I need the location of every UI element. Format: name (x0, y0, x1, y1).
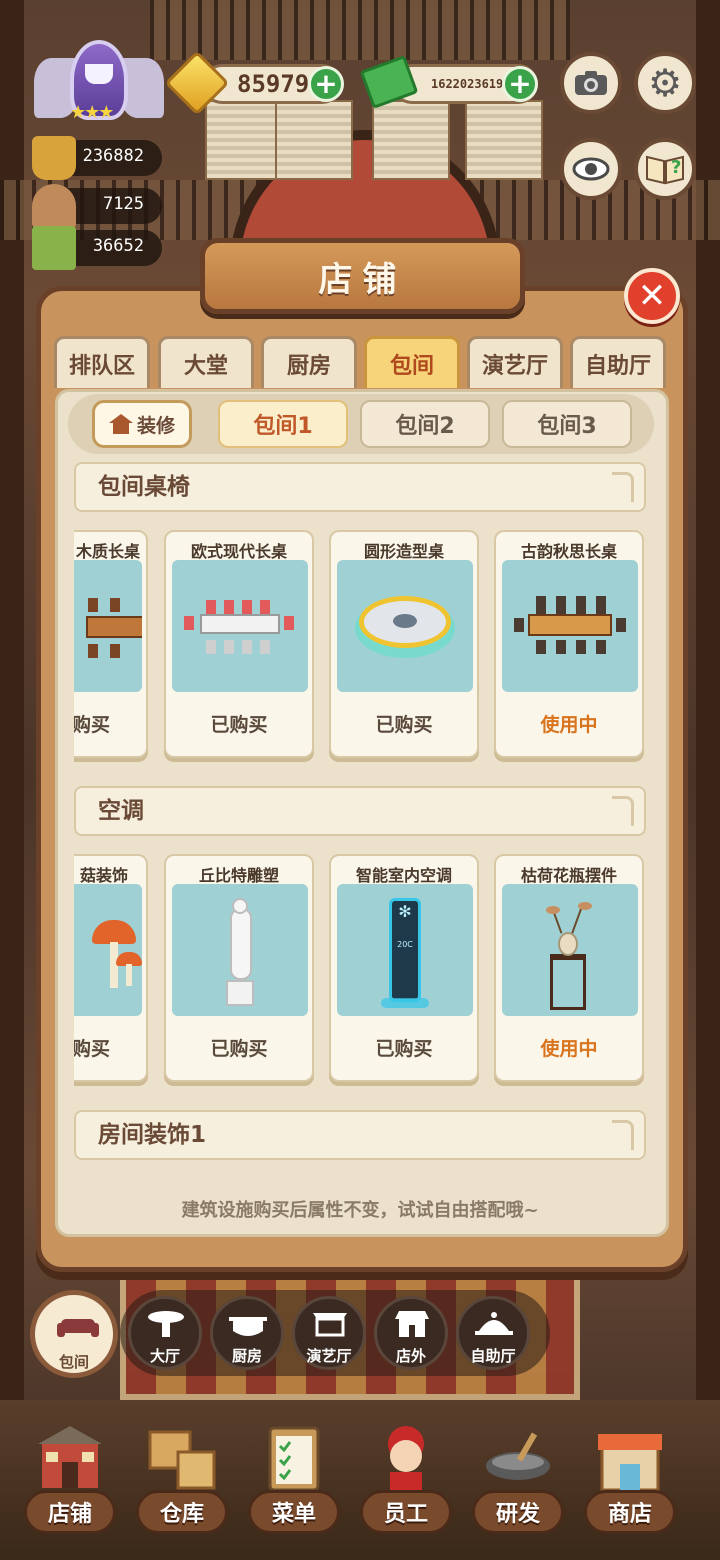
close-button[interactable]: ✕ (624, 268, 680, 324)
svg-text:?: ? (671, 157, 681, 178)
storefront-icon (395, 1311, 429, 1337)
camera-button[interactable] (560, 52, 622, 114)
item-card[interactable]: 丘比特雕塑 已购买 (164, 854, 314, 1082)
section-header-air-conditioner: 空调 (74, 786, 646, 836)
restaurant-icon (38, 1426, 102, 1488)
section-header-tables: 包间桌椅 (74, 462, 646, 512)
guide-button[interactable]: ? (634, 138, 696, 200)
item-card[interactable]: 欧式现代长桌 已购买 (164, 530, 314, 758)
nav-menu[interactable]: 菜单 (242, 1418, 346, 1548)
clipboard-icon (268, 1426, 320, 1492)
room-button-kitchen[interactable]: 厨房 (210, 1296, 284, 1370)
boxes-icon (148, 1430, 216, 1490)
item-art (172, 884, 308, 1016)
item-card[interactable]: 木质长桌 购买 (74, 530, 148, 758)
room-tab-2[interactable]: 包间2 (360, 400, 490, 448)
item-card[interactable]: 菇装饰 购买 (74, 854, 148, 1082)
ac-carousel[interactable]: 菇装饰 购买 丘比特雕塑 已购买 智能室内空调 ✻ 20C 已购买 枯荷花瓶摆件 (74, 846, 646, 1090)
footer-note: 建筑设施购买后属性不变，试试自由搭配哦~ (181, 1200, 539, 1221)
room-tab-1[interactable]: 包间1 (218, 400, 348, 448)
tab-buffet-hall[interactable]: 自助厅 (570, 336, 666, 388)
tab-private-room[interactable]: 包间 (364, 336, 460, 388)
tables-carousel[interactable]: 木质长桌 购买 欧式现代长桌 已购买 圆形造型桌 已购买 古韵秋思长桌 使用中 (74, 522, 646, 766)
decorate-button[interactable]: 装修 (92, 400, 192, 448)
cloche-icon (475, 1312, 513, 1335)
stage-icon (313, 1313, 347, 1337)
item-art: ✻ 20C (337, 884, 473, 1016)
rank-badge-icon[interactable]: ★★★ (34, 36, 164, 130)
chef-icon (388, 1426, 424, 1492)
close-icon: ✕ (637, 276, 667, 316)
room-button-private[interactable]: 包间 (30, 1290, 118, 1378)
item-card[interactable]: 枯荷花瓶摆件 使用中 (494, 854, 644, 1082)
item-art (502, 884, 638, 1016)
item-card[interactable]: 圆形造型桌 已购买 (329, 530, 479, 758)
stat-service: 7125 (32, 184, 162, 228)
tab-performance-hall[interactable]: 演艺厅 (467, 336, 563, 388)
nav-research[interactable]: 研发 (466, 1418, 570, 1548)
gold-value: 85979 (237, 70, 310, 98)
item-card[interactable]: 古韵秋思长桌 使用中 (494, 530, 644, 758)
room-button-buffet[interactable]: 自助厅 (456, 1296, 530, 1370)
menu-book-icon (32, 226, 76, 270)
room-button-outside[interactable]: 店外 (374, 1296, 448, 1370)
stat-menu: 36652 (32, 226, 162, 270)
house-icon (108, 414, 133, 434)
decorate-label: 装修 (136, 414, 175, 437)
nav-staff[interactable]: 员工 (354, 1418, 458, 1548)
table-icon (148, 1311, 184, 1337)
store-icon (598, 1434, 662, 1492)
nav-warehouse[interactable]: 仓库 (130, 1418, 234, 1548)
trophy-icon (32, 136, 76, 180)
tab-queue-area[interactable]: 排队区 (54, 336, 150, 388)
sofa-icon (57, 1319, 99, 1337)
item-card[interactable]: 智能室内空调 ✻ 20C 已购买 (329, 854, 479, 1082)
view-button[interactable] (560, 138, 622, 200)
gear-icon: ⚙ (647, 61, 683, 105)
room-tab-3[interactable]: 包间3 (502, 400, 632, 448)
ac-temperature: 20C (397, 940, 413, 949)
room-button-hall[interactable]: 大厅 (128, 1296, 202, 1370)
item-art (74, 884, 142, 1016)
help-book-icon: ? (646, 155, 684, 185)
item-art (74, 560, 142, 692)
settings-button[interactable]: ⚙ (634, 52, 696, 114)
tab-lobby[interactable]: 大堂 (158, 336, 254, 388)
cash-value: 1622023619 (431, 77, 504, 91)
panel-title: 店铺 (200, 238, 525, 314)
add-cash-button[interactable]: + (502, 66, 538, 102)
section-header-room-decor: 房间装饰1 (74, 1110, 646, 1160)
dish-cover-icon (32, 184, 76, 228)
item-art (172, 560, 308, 692)
room-button-stage[interactable]: 演艺厅 (292, 1296, 366, 1370)
add-gold-button[interactable]: + (308, 66, 344, 102)
nav-shop[interactable]: 店铺 (18, 1418, 122, 1548)
item-art (337, 560, 473, 692)
wok-icon (486, 1432, 550, 1480)
pot-icon (229, 1317, 267, 1336)
eye-icon (572, 157, 610, 181)
tab-kitchen[interactable]: 厨房 (261, 336, 357, 388)
stat-reputation: 236882 (32, 136, 162, 180)
item-art (502, 560, 638, 692)
camera-icon (575, 71, 607, 95)
nav-store[interactable]: 商店 (578, 1418, 682, 1548)
